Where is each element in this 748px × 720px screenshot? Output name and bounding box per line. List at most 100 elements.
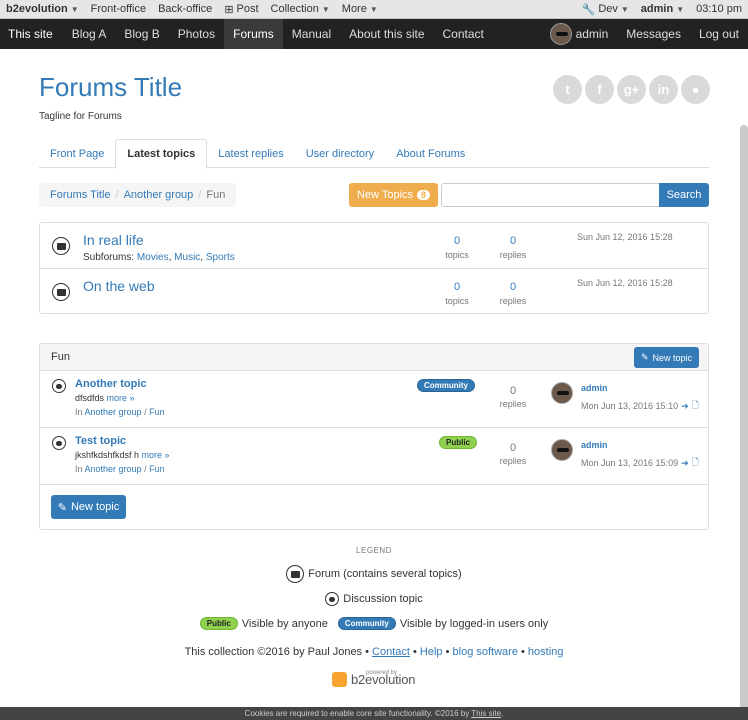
tab-user-directory[interactable]: User directory [295, 139, 385, 168]
new-topic-button-bottom[interactable]: ✎ New topic [51, 495, 126, 519]
footer-link-blog-software[interactable]: blog software [453, 646, 518, 658]
nav-messages[interactable]: Messages [617, 19, 690, 49]
breadcrumb-link[interactable]: Forums Title [50, 189, 111, 201]
user-avatar[interactable] [551, 382, 573, 404]
topic-last-date-text: Mon Jun 13, 2016 15:10 [581, 401, 679, 411]
page-tagline: Tagline for Forums [39, 111, 122, 122]
adminbar-item-label: More [341, 3, 367, 15]
topic-forum-link[interactable]: Fun [149, 464, 165, 474]
more-link[interactable]: more » [142, 450, 170, 460]
footer-copyright: This collection ©2016 by Paul Jones • [184, 646, 373, 658]
nav-item-contact[interactable]: Contact [434, 19, 493, 49]
adminbar-item-back-office[interactable]: Back-office [152, 3, 218, 15]
topic-title[interactable]: Another topic [75, 378, 147, 390]
dev-menu[interactable]: 🔧 Dev ▼ [576, 3, 635, 16]
nav-item-blog-b[interactable]: Blog B [115, 19, 168, 49]
legend-public-badge: Public [199, 617, 238, 630]
arrow-right-icon[interactable]: ➔ [681, 458, 689, 469]
forum-topics-stat: 0 topics [437, 235, 477, 260]
forum-replies-count[interactable]: 0 [493, 235, 533, 247]
subforum-link[interactable]: Movies [137, 252, 169, 263]
admin-toolbar: b2evolution ▼ Front-office Back-office ⊞ Post… [0, 0, 748, 19]
nav-item-photos[interactable]: Photos [169, 19, 224, 49]
topic-title[interactable]: Test topic [75, 435, 126, 447]
topic-forum-link[interactable]: Fun [149, 407, 165, 417]
adminbar-item-post[interactable]: ⊞ Post [218, 3, 264, 16]
topic-group-link[interactable]: Another group [85, 464, 142, 474]
new-topic-button-top[interactable]: ✎ New topic [634, 347, 699, 368]
visibility-badge: Public [439, 436, 478, 449]
new-topics-button[interactable]: New Topics 8 [349, 183, 438, 207]
search-input[interactable] [441, 183, 660, 207]
cookie-site-link[interactable]: This site [471, 709, 501, 718]
page-title: Forums Title [39, 72, 183, 102]
topic-excerpt: dfsdfds more » [75, 393, 135, 403]
search-button[interactable]: Search [659, 183, 709, 207]
topic-replies-count: 0 [509, 442, 517, 454]
forum-name[interactable]: In real life [83, 232, 144, 248]
user-menu[interactable]: admin ▼ [635, 3, 690, 15]
caret-down-icon: ▼ [321, 4, 330, 14]
new-topics-count: 8 [417, 190, 431, 200]
topic-last-user[interactable]: admin [581, 440, 608, 450]
adminbar-item-b2evolution[interactable]: b2evolution ▼ [0, 3, 85, 15]
topic-row: Test topic jkshfkdshfkdsf h more » In Anot… [40, 428, 708, 485]
facebook-icon[interactable]: f [585, 75, 614, 104]
user-avatar [549, 23, 572, 45]
nav-item-manual[interactable]: Manual [283, 19, 340, 49]
adminbar-item-front-office[interactable]: Front-office [85, 3, 152, 15]
adminbar-item-label: Front-office [90, 3, 147, 15]
nav-logout[interactable]: Log out [690, 19, 748, 49]
linkedin-icon[interactable]: in [649, 75, 678, 104]
nav-item-blog-a[interactable]: Blog A [63, 19, 116, 49]
topic-group-link[interactable]: Another group [85, 407, 142, 417]
pencil-icon: ✎ [57, 501, 67, 514]
forum-topics-count[interactable]: 0 [437, 281, 477, 293]
breadcrumb-link[interactable]: Another group [124, 189, 194, 201]
file-icon[interactable]: 🗋 [692, 398, 699, 414]
forum-topics-label: topics [445, 250, 469, 260]
tab-latest-replies[interactable]: Latest replies [207, 139, 294, 168]
subforum-link[interactable]: Music [174, 252, 200, 263]
powered-by[interactable]: powered by b2evolution [332, 670, 416, 687]
googleplus-icon[interactable]: g+ [617, 75, 646, 104]
nav-brand[interactable]: This site [0, 19, 63, 49]
folder-icon [286, 565, 305, 583]
nav-item-about-this-site[interactable]: About this site [340, 19, 433, 49]
forum-subforums: Subforums: Movies, Music, Sports [83, 252, 235, 263]
subforum-link[interactable]: Sports [206, 252, 235, 263]
tab-latest-topics[interactable]: Latest topics [115, 139, 208, 169]
topic-replies-stat: 0 replies [490, 385, 536, 409]
topic-excerpt-text: dfsdfds [75, 393, 107, 403]
breadcrumb-separator: / [115, 189, 119, 201]
footer-link-contact[interactable]: Contact [372, 646, 410, 658]
nav-user[interactable]: admin [541, 19, 618, 49]
twitter-icon[interactable]: t [553, 75, 582, 104]
topic-last-user[interactable]: admin [581, 383, 608, 393]
footer-link-hosting[interactable]: hosting [528, 646, 563, 658]
forum-name[interactable]: On the web [83, 278, 155, 294]
file-icon[interactable]: 🗋 [692, 455, 699, 471]
adminbar-item-more[interactable]: More ▼ [336, 3, 384, 15]
caret-down-icon: ▼ [676, 4, 685, 14]
adminbar-item-collection[interactable]: Collection ▼ [265, 3, 336, 15]
footer-text: This collection ©2016 by Paul Jones • Co… [184, 646, 564, 658]
b2evolution-logo-icon [332, 672, 347, 687]
forum-topics-count[interactable]: 0 [437, 235, 477, 247]
github-icon[interactable]: ● [681, 75, 710, 104]
tab-front-page[interactable]: Front Page [39, 139, 115, 168]
topics-panel: Fun ✎ New topic Another topic dfsdfds more… [39, 343, 709, 530]
scrollbar[interactable] [740, 125, 748, 720]
user-avatar[interactable] [551, 439, 573, 461]
nav-item-forums[interactable]: Forums [224, 19, 283, 49]
forum-replies-label: replies [499, 250, 527, 260]
arrow-right-icon[interactable]: ➔ [681, 401, 689, 412]
forum-replies-count[interactable]: 0 [493, 281, 533, 293]
more-link[interactable]: more » [107, 393, 135, 403]
tab-about-forums[interactable]: About Forums [385, 139, 476, 168]
discussion-icon [325, 592, 340, 606]
social-links: t f g+ in ● [553, 75, 710, 104]
footer-link-help[interactable]: Help [420, 646, 443, 658]
topic-row: Another topic dfsdfds more » In Another gr… [40, 371, 708, 428]
topic-replies-count: 0 [509, 385, 517, 397]
